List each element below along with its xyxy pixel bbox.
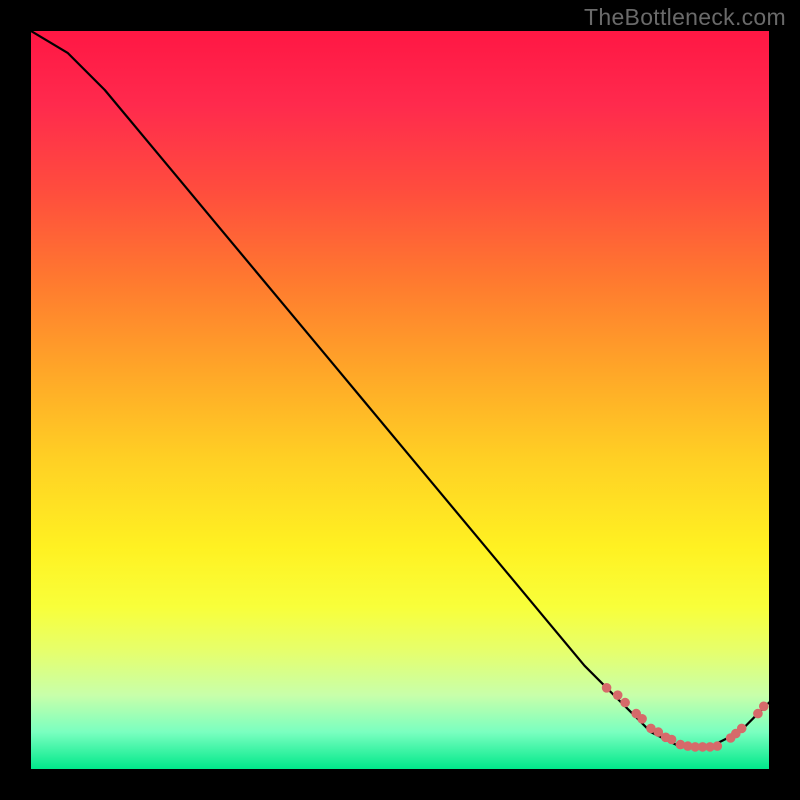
plot-area bbox=[31, 31, 769, 769]
data-point bbox=[737, 724, 747, 734]
data-point bbox=[759, 702, 769, 712]
watermark-text: TheBottleneck.com bbox=[584, 4, 786, 31]
data-point bbox=[602, 683, 612, 693]
bottleneck-curve bbox=[31, 31, 769, 747]
data-point bbox=[613, 690, 623, 700]
data-point bbox=[620, 698, 630, 708]
data-point bbox=[713, 741, 723, 751]
chart-overlay-svg bbox=[31, 31, 769, 769]
chart-frame: TheBottleneck.com bbox=[0, 0, 800, 800]
data-point bbox=[637, 714, 647, 724]
highlighted-points-group bbox=[602, 683, 769, 752]
data-point bbox=[667, 735, 677, 745]
